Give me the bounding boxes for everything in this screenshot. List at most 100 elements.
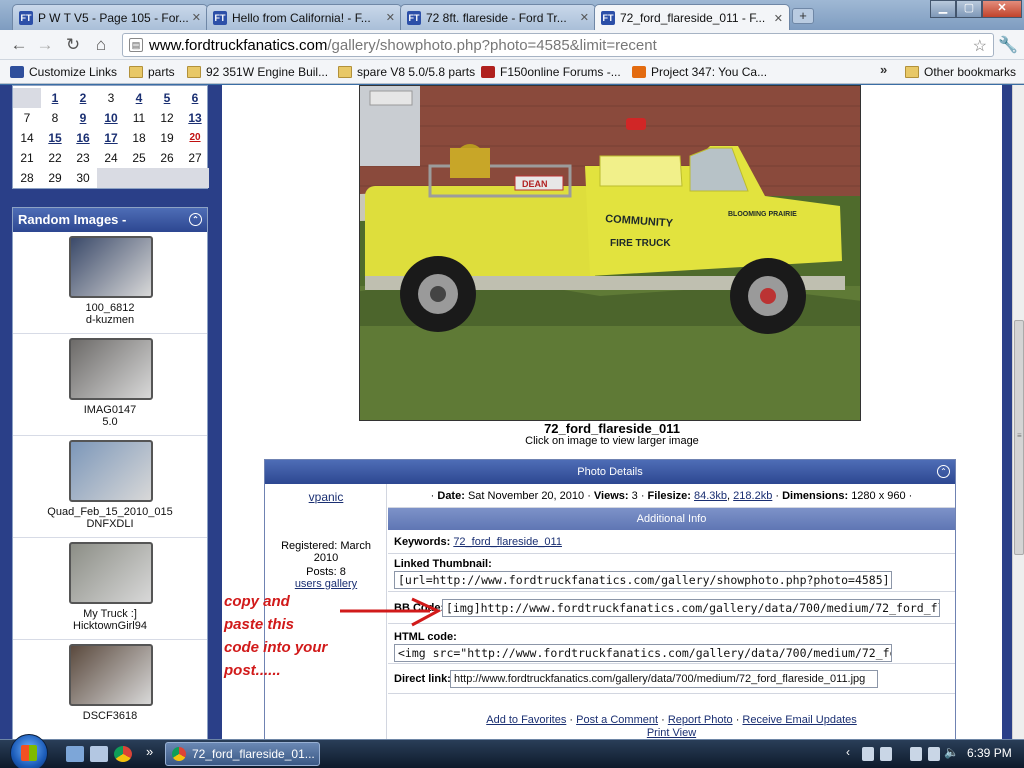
calendar-day[interactable]: 1 <box>41 88 69 108</box>
quicklaunch-more-icon[interactable]: » <box>146 744 153 759</box>
bookmark-folder-spare-v8[interactable]: spare V8 5.0/5.8 parts <box>338 64 475 80</box>
tab-title: 72_ford_flareside_011 - F... <box>620 11 766 25</box>
start-button[interactable] <box>10 734 48 768</box>
maximize-button[interactable]: ▢ <box>956 0 982 18</box>
explorer-icon[interactable] <box>90 746 108 762</box>
volume-icon[interactable]: 🔈 <box>944 745 959 759</box>
random-image-item[interactable]: IMAG0147 5.0 <box>13 334 207 436</box>
chevron-more-icon[interactable]: » <box>880 62 887 77</box>
print-view-link[interactable]: Print View <box>647 727 696 739</box>
tab-flareside-photo[interactable]: FT 72_ford_flareside_011 - F... ✕ <box>594 4 790 31</box>
clock[interactable]: 6:39 PM <box>967 746 1012 760</box>
taskbar-chrome-window[interactable]: 72_ford_flareside_01... <box>165 742 320 766</box>
truck-photo[interactable]: DEAN COMMUNITY FIRE TRUCK BLOOMING PRAIR… <box>359 85 861 421</box>
html-code-row: HTML code: <img src="http://www.fordtruc… <box>388 624 955 664</box>
address-bar[interactable]: ▤ www.fordtruckfanatics.com/gallery/show… <box>122 33 994 57</box>
direct-link-row: Direct link: http://www.fordtruckfanatic… <box>388 664 955 694</box>
random-image-name: Quad_Feb_15_2010_015 <box>47 506 173 518</box>
random-image-item[interactable]: DSCF3618 <box>13 640 207 739</box>
dimensions-value: 1280 x 960 <box>851 490 906 502</box>
collapse-icon[interactable]: ⌃ <box>189 213 202 226</box>
report-photo-link[interactable]: Report Photo <box>668 714 733 726</box>
calendar-day[interactable]: 13 <box>181 108 209 128</box>
tab-pwt-v5[interactable]: FT P W T V5 - Page 105 - For... ✕ <box>12 4 208 30</box>
bookmark-f150online[interactable]: F150online Forums -... <box>481 64 621 80</box>
uploader-link[interactable]: vpanic <box>265 490 387 504</box>
tray-app-icon[interactable] <box>880 747 892 761</box>
bookmark-folder-parts[interactable]: parts <box>129 64 175 80</box>
home-icon[interactable]: ⌂ <box>90 35 112 55</box>
collapse-icon[interactable]: ⌃ <box>937 465 950 478</box>
close-icon[interactable]: ✕ <box>192 11 201 24</box>
random-image-thumbnail[interactable] <box>69 542 153 604</box>
linked-thumbnail-field[interactable]: [url=http://www.fordtruckfanatics.com/ga… <box>394 571 892 589</box>
reload-icon[interactable]: ↻ <box>62 35 84 55</box>
wrench-icon[interactable]: 🔧 <box>998 35 1018 55</box>
calendar-day[interactable]: 4 <box>125 88 153 108</box>
random-image-thumbnail[interactable] <box>69 644 153 706</box>
random-image-item[interactable]: My Truck :] HicktownGirl94 <box>13 538 207 640</box>
tray-chevron-icon[interactable]: ‹ <box>846 745 850 759</box>
close-icon[interactable]: ✕ <box>774 12 783 25</box>
calendar-day[interactable]: 6 <box>181 88 209 108</box>
bookmark-folder-engine-build[interactable]: 92 351W Engine Buil... <box>187 64 328 80</box>
close-window-button[interactable]: ✕ <box>982 0 1022 18</box>
forward-arrow-icon[interactable]: → <box>34 35 56 55</box>
calendar-day[interactable]: 5 <box>153 88 181 108</box>
calendar-day: 12 <box>160 111 174 125</box>
photo-caption: Click on image to view larger image <box>525 435 699 447</box>
add-to-favorites-link[interactable]: Add to Favorites <box>486 714 566 726</box>
tab-flareside-thread[interactable]: FT 72 8ft. flareside - Ford Tr... ✕ <box>400 4 596 30</box>
tab-strip: FT P W T V5 - Page 105 - For... ✕ FT Hel… <box>0 0 1024 31</box>
calendar-day: 30 <box>76 171 90 185</box>
calendar-day[interactable]: 15 <box>41 128 69 148</box>
bbcode-field[interactable]: [img]http://www.fordtruckfanatics.com/ga… <box>442 599 940 617</box>
minimize-button[interactable]: ▁ <box>930 0 956 18</box>
back-arrow-icon[interactable]: ← <box>8 35 30 55</box>
sidebar: 1 2 3 4 5 6 7 8 9 10 11 12 13 14 15 16 17 18 19 20 21 22 23 24 2… <box>10 85 210 739</box>
random-image-thumbnail[interactable] <box>69 236 153 298</box>
calendar-day[interactable]: 9 <box>69 108 97 128</box>
annotation-line: code into your <box>224 639 328 656</box>
show-desktop-icon[interactable] <box>66 746 84 762</box>
random-image-thumbnail[interactable] <box>69 440 153 502</box>
close-icon[interactable]: ✕ <box>386 11 395 24</box>
random-image-item[interactable]: 100_6812 d-kuzmen <box>13 232 207 334</box>
url-domain: www.fordtruckfanatics.com <box>149 36 328 54</box>
bookmark-other[interactable]: Other bookmarks <box>905 64 1016 80</box>
calendar-day[interactable]: 20 <box>181 128 209 148</box>
random-image-name: DSCF3618 <box>82 710 138 722</box>
email-updates-link[interactable]: Receive Email Updates <box>742 714 856 726</box>
scrollbar-thumb[interactable]: ≡ <box>1014 320 1024 555</box>
html-code-field[interactable]: <img src="http://www.fordtruckfanatics.c… <box>394 644 892 662</box>
filesize-medium-link[interactable]: 84.3kb <box>694 490 727 502</box>
close-icon[interactable]: ✕ <box>580 11 589 24</box>
random-image-thumbnail[interactable] <box>69 338 153 400</box>
calendar-day[interactable]: 2 <box>69 88 97 108</box>
calendar-day[interactable]: 10 <box>97 108 125 128</box>
filesize-full-link[interactable]: 218.2kb <box>733 490 772 502</box>
random-image-name: My Truck :] <box>83 608 137 620</box>
tray-battery-icon[interactable] <box>910 747 922 761</box>
users-gallery-link[interactable]: users gallery <box>265 578 387 590</box>
random-image-item[interactable]: Quad_Feb_15_2010_015 DNFXDLI <box>13 436 207 538</box>
calendar-day: 29 <box>48 171 62 185</box>
chrome-icon[interactable] <box>114 746 132 762</box>
calendar-day: 14 <box>20 131 34 145</box>
vertical-scrollbar[interactable]: ≡ <box>1012 85 1024 739</box>
bookmark-project-347[interactable]: Project 347: You Ca... <box>632 64 767 80</box>
network-icon[interactable] <box>928 747 940 761</box>
keywords-row: Keywords: 72_ford_flareside_011 <box>388 530 955 554</box>
calendar-day[interactable]: 17 <box>97 128 125 148</box>
tab-title: 72 8ft. flareside - Ford Tr... <box>426 10 567 25</box>
tray-app-icon[interactable] <box>862 747 874 761</box>
bookmark-customize-links[interactable]: Customize Links <box>10 64 117 80</box>
bookmark-star-icon[interactable]: ☆ <box>973 36 987 56</box>
new-tab-button[interactable]: + <box>792 8 814 24</box>
post-comment-link[interactable]: Post a Comment <box>576 714 658 726</box>
direct-link-field[interactable]: http://www.fordtruckfanatics.com/gallery… <box>450 670 878 688</box>
truck-photo-image: DEAN COMMUNITY FIRE TRUCK BLOOMING PRAIR… <box>360 86 860 420</box>
calendar-day[interactable]: 16 <box>69 128 97 148</box>
tab-hello-california[interactable]: FT Hello from California! - F... ✕ <box>206 4 402 30</box>
keyword-link[interactable]: 72_ford_flareside_011 <box>453 536 562 548</box>
